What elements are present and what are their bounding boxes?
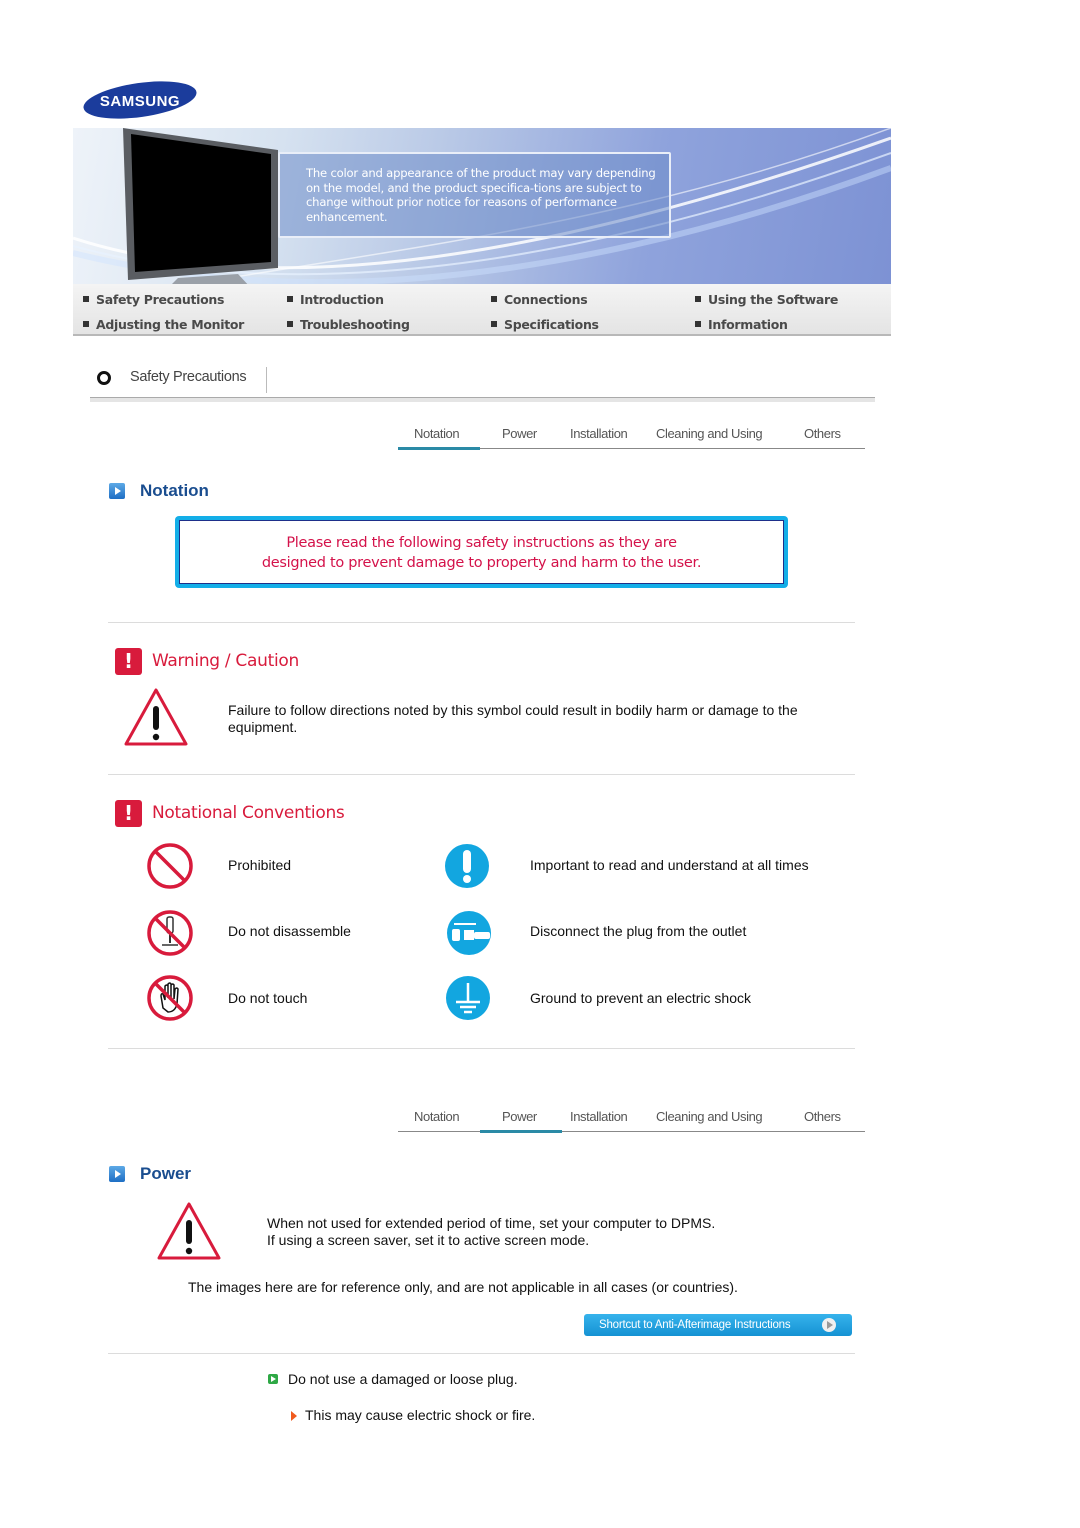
tab-notation[interactable]: Notation	[414, 426, 460, 441]
bullet-icon	[287, 321, 293, 327]
nav-connections[interactable]: Connections	[491, 292, 588, 307]
convention-label: Ground to prevent an electric shock	[530, 990, 752, 1006]
green-bullet-icon	[268, 1374, 278, 1384]
tab-others[interactable]: Others	[804, 1109, 841, 1124]
tab-notation[interactable]: Notation	[414, 1109, 460, 1124]
warning-triangle-icon	[122, 686, 190, 753]
tab-others[interactable]: Others	[804, 426, 841, 441]
power-item-text: Do not use a damaged or loose plug.	[288, 1371, 518, 1387]
callout-line-1: Please read the following safety instruc…	[286, 535, 677, 551]
brand-name: SAMSUNG	[100, 93, 180, 110]
bullet-icon	[695, 321, 701, 327]
warning-triangle-icon	[155, 1200, 223, 1267]
convention-label: Do not disassemble	[228, 923, 351, 939]
convention-label: Prohibited	[228, 857, 292, 873]
unplug-icon	[446, 910, 492, 961]
nav-using-the-software[interactable]: Using the Software	[695, 292, 838, 307]
monitor-image	[123, 128, 278, 284]
warning-text: Failure to follow directions noted by th…	[228, 702, 798, 735]
tab-installation[interactable]: Installation	[570, 1109, 628, 1124]
bullet-icon	[83, 296, 89, 302]
divider	[108, 622, 855, 623]
bullet-icon	[491, 321, 497, 327]
safety-callout: Please read the following safety instruc…	[175, 516, 788, 588]
power-heading: Power	[140, 1164, 192, 1183]
active-tab-indicator	[480, 1130, 562, 1133]
no-disassemble-icon	[146, 909, 194, 962]
bullet-icon	[287, 296, 293, 302]
exclamation-icon: !	[115, 800, 142, 827]
nav-troubleshooting[interactable]: Troubleshooting	[287, 317, 410, 332]
ground-icon	[445, 975, 491, 1026]
notation-heading: Notation	[140, 481, 209, 500]
convention-label: Disconnect the plug from the outlet	[530, 923, 747, 939]
reference-note: The images here are for reference only, …	[188, 1279, 738, 1295]
play-icon	[822, 1318, 836, 1332]
convention-label: Important to read and understand at all …	[530, 857, 809, 873]
divider	[108, 1048, 855, 1049]
tab-installation[interactable]: Installation	[570, 426, 628, 441]
active-tab-indicator	[398, 447, 480, 450]
nav-introduction[interactable]: Introduction	[287, 292, 384, 307]
nav-information[interactable]: Information	[695, 317, 788, 332]
tab-cleaning-and-using[interactable]: Cleaning and Using	[656, 426, 763, 441]
convention-label: Do not touch	[228, 990, 308, 1006]
important-icon	[444, 843, 490, 894]
exclamation-icon: !	[115, 648, 142, 675]
no-touch-icon	[146, 974, 194, 1027]
prohibited-icon	[146, 842, 194, 895]
notice-text: The color and appearance of the product …	[306, 166, 656, 224]
page-header: Safety Precautions	[90, 364, 875, 402]
divider	[266, 367, 267, 393]
tab-cleaning-and-using[interactable]: Cleaning and Using	[656, 1109, 763, 1124]
divider	[108, 774, 855, 775]
bullet-icon	[695, 296, 701, 302]
samsung-logo: SAMSUNG	[82, 80, 198, 120]
circle-icon	[97, 371, 111, 385]
top-navigation: Safety Precautions Introduction Connecti…	[73, 284, 891, 336]
bullet-icon	[83, 321, 89, 327]
nav-safety-precautions[interactable]: Safety Precautions	[83, 292, 224, 307]
anti-afterimage-shortcut-button[interactable]: Shortcut to Anti-Afterimage Instructions	[584, 1314, 852, 1336]
section-tabs-power: Notation Power Installation Cleaning and…	[398, 1106, 865, 1133]
tab-power[interactable]: Power	[502, 426, 537, 441]
section-arrow-icon	[109, 1166, 125, 1182]
power-item-detail: This may cause electric shock or fire.	[305, 1407, 536, 1423]
orange-arrow-icon	[291, 1411, 297, 1421]
page-title: Safety Precautions	[130, 369, 247, 385]
notice-box: The color and appearance of the product …	[278, 152, 671, 238]
power-warning-line-1: When not used for extended period of tim…	[267, 1215, 716, 1231]
divider	[108, 1353, 855, 1354]
hero-banner: The color and appearance of the product …	[73, 128, 891, 284]
bullet-icon	[491, 296, 497, 302]
warning-caution-heading: Warning / Caution	[152, 651, 299, 671]
callout-line-2: designed to prevent damage to property a…	[261, 555, 702, 571]
nav-adjusting-the-monitor[interactable]: Adjusting the Monitor	[83, 317, 244, 332]
section-arrow-icon	[109, 483, 125, 499]
nav-specifications[interactable]: Specifications	[491, 317, 599, 332]
section-tabs-notation: Notation Power Installation Cleaning and…	[398, 423, 865, 450]
tab-power[interactable]: Power	[502, 1109, 537, 1124]
notational-conventions-heading: Notational Conventions	[152, 803, 345, 823]
power-warning-line-2: If using a screen saver, set it to activ…	[267, 1232, 590, 1248]
